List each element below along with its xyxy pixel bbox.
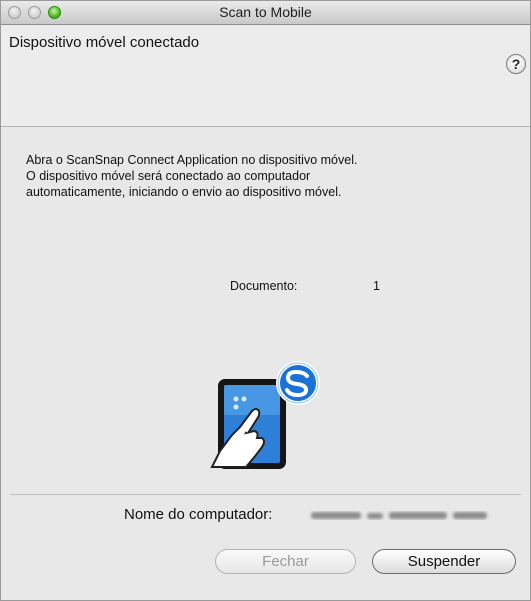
window-title: Scan to Mobile: [219, 4, 312, 20]
document-count: 1: [373, 279, 380, 293]
tablet-scansnap-icon: [210, 361, 320, 469]
message-line-1: Abra o ScanSnap Connect Application no d…: [26, 153, 358, 167]
footer-divider: [10, 494, 521, 495]
message-line-2: O dispositivo móvel será conectado ao co…: [26, 169, 311, 183]
suspend-button[interactable]: Suspender: [372, 549, 516, 574]
help-icon[interactable]: ?: [506, 54, 526, 74]
title-bar: Scan to Mobile: [1, 1, 530, 25]
close-button[interactable]: Fechar: [215, 549, 356, 574]
message-line-3: automaticamente, iniciando o envio ao di…: [26, 185, 342, 199]
computer-name-label: Nome do computador:: [124, 506, 273, 523]
document-label: Documento:: [230, 279, 298, 293]
page-title: Dispositivo móvel conectado: [9, 34, 200, 51]
instruction-message: Abra o ScanSnap Connect Application no d…: [26, 152, 357, 200]
scan-to-mobile-window: Scan to Mobile Dispositivo móvel conecta…: [0, 0, 531, 601]
computer-name-value-blurred: [311, 512, 487, 519]
